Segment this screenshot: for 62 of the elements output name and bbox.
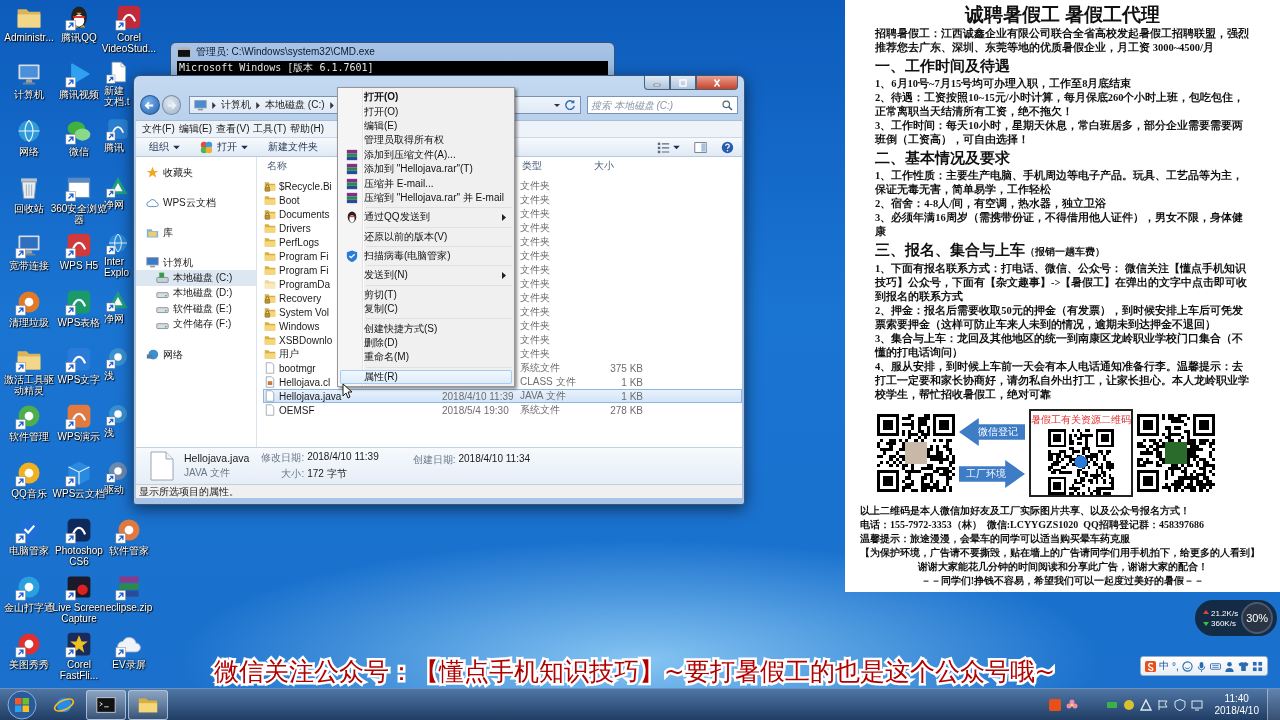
file-type: 文件夹 bbox=[520, 194, 550, 205]
file-size: 1 KB bbox=[621, 376, 643, 388]
poster-line: 温馨提示：旅途漫漫，会晕车的同学可以适当购买晕车药克服 bbox=[860, 532, 1131, 546]
field-label: 创建日期: bbox=[412, 453, 456, 467]
file-type: 文件夹 bbox=[520, 320, 550, 331]
caption-text: 微信关注公众号：【懂点手机知识技巧】~要打暑假工的也是这个公众号哦~ bbox=[214, 657, 1056, 687]
field-value: 2018/4/10 11:39 bbox=[307, 451, 379, 464]
status-bar: 显示所选项目的属性。 bbox=[136, 484, 742, 498]
poster-line: 【为保护环境，广告请不要撕毁，贴在墙上的广告请同学们用手机拍下，给更多的人看到】 bbox=[860, 546, 1261, 560]
poster-paragraph: 2、宿舍：4-8人/间，有空调，热水器，独立卫浴 bbox=[875, 197, 1108, 211]
file-type: 文件夹 bbox=[520, 334, 550, 345]
file-type: 文件夹 bbox=[520, 264, 550, 275]
file-type: 文件夹 bbox=[520, 306, 550, 317]
file-type: 文件夹 bbox=[520, 292, 550, 303]
file-type: 文件夹 bbox=[520, 222, 550, 233]
file-type: 文件夹 bbox=[520, 208, 550, 219]
poster-line: 谢谢大家能花几分钟的时间阅读和分享此广告，谢谢大家的配合！ bbox=[916, 560, 1209, 574]
file-type: 文件夹 bbox=[520, 348, 550, 359]
upload-speed: 21.2K/s bbox=[1211, 608, 1239, 618]
poster-paragraph: 1、下面有报名联系方式：打电话、微信、公众号： 微信关注【懂点手机知识技巧】公众号，下面有【杂文趣事】->【暑假工】在弹出的文字中点击即可收到报名的联系方式 bbox=[875, 262, 1249, 304]
file-type: 文件夹 bbox=[520, 236, 550, 247]
right-arrow-banner: 工厂环境 bbox=[959, 460, 1025, 488]
poster-paragraph: 3、集合与上车：龙回及其他地区的统一到南康区龙岭职业学校门口集合（不懂的打电话询问） bbox=[875, 332, 1245, 360]
file-size: 278 KB bbox=[610, 404, 643, 416]
field-value: 172 字节 bbox=[307, 467, 348, 481]
field-label: 修改日期: bbox=[261, 451, 305, 465]
qr-caption: 暑假工有关资源二维码 bbox=[1031, 413, 1131, 427]
console-text: Microsoft Windows [版本 6.1.7601] bbox=[179, 62, 375, 74]
section-heading: 二、基本情况及要求 bbox=[875, 150, 1010, 166]
modified-date: 2018/5/4 19:30 bbox=[442, 404, 509, 416]
left-arrow-banner: 微信登记 bbox=[959, 418, 1025, 446]
poster-line: 以上二维码是本人微信加好友及工厂实际图片共享、以及公众号报名方式！ bbox=[860, 504, 1191, 518]
poster-line: 电话：155-7972-3353（林） 微信:LCYYGZS1020 QQ招聘登记群：458397686 bbox=[860, 518, 1205, 532]
poster-paragraph: 1、工作性质：主要生产电脑、手机周边等电子产品。玩具、工艺品等为主，保证无毒无害，简单易学，工作轻松 bbox=[875, 169, 1245, 197]
file-type: 文件夹 bbox=[520, 278, 550, 289]
file-size: 375 KB bbox=[610, 362, 643, 374]
poster-paragraph: 3、工作时间：每天10小时，星期天休息，常白班居多，部分企业需要需要两班倒（工资高），可自由选择！ bbox=[875, 119, 1244, 147]
download-speed: 360K/s bbox=[1211, 618, 1236, 628]
file-type: 系统文件 bbox=[520, 404, 560, 415]
field-label: 大小: bbox=[280, 467, 305, 481]
file-type: 文件夹 bbox=[520, 250, 550, 261]
poster-paragraph: 2、待遇：工资按照10~15元/小时计算，每月保底260个小时上班，包吃包住，正常离职当天结清所有工资，绝不拖欠！ bbox=[875, 91, 1246, 119]
poster-paragraph: 3、必须年满16周岁（需携带份证，不得借用他人证件），男女不限，身体健康 bbox=[875, 211, 1244, 239]
window-title: 管理员: C:\Windows\system32\CMD.exe bbox=[196, 45, 375, 59]
poster-title: 诚聘暑假工 暑假工代理 bbox=[963, 3, 1161, 27]
field-value: 2018/4/10 11:34 bbox=[458, 453, 531, 466]
file-name: Hellojava.java bbox=[184, 452, 250, 464]
poster-paragraph: 4、服从安排，到时候上车前一天会有本人电话通知准备行李。温馨提示：去打工一定要和家长协商好，请勿私自外出打工，让家长担心。本人龙岭职业学校学生，帮忙招收暑假工，绝对可靠 bbox=[875, 360, 1250, 402]
modified-date: 2018/4/10 11:39 bbox=[442, 390, 514, 402]
file-type: 系统文件 bbox=[520, 362, 560, 373]
file-size: 1 KB bbox=[621, 390, 643, 402]
file-type: 文件夹 bbox=[520, 180, 550, 191]
poster-paragraph: 2、押金：报名后需要收取50元的押金（有发票），到时候安排上车后可凭发票索要押金（这样可防止车来人未到的情况，逾期未到达押金不退回） bbox=[875, 304, 1244, 332]
file-type: JAVA 文件 bbox=[520, 390, 566, 401]
poster-paragraph: 1、6月10号~7月15号均可办理入职，工作至8月底结束 bbox=[875, 77, 1133, 91]
poster-paragraph: 招聘暑假工：江西诚鑫企业有限公司联合全省高校发起暑假工招聘联盟，强烈推荐您去广东、深圳、东莞等地的优质暑假企业，月工资 3000~4500/月 bbox=[875, 27, 1250, 55]
heading-note: （报销一趟车费） bbox=[1025, 246, 1105, 257]
poster-line: －－同学们!挣钱不容易，希望我们可以一起度过美好的暑假－－ bbox=[919, 574, 1206, 588]
file-type: CLASS 文件 bbox=[520, 376, 576, 387]
section-heading: 一、工作时间及待遇 bbox=[875, 58, 1010, 74]
section-heading: 三、报名、集合与上车 bbox=[875, 242, 1025, 258]
file-type: JAVA 文件 bbox=[184, 466, 231, 480]
